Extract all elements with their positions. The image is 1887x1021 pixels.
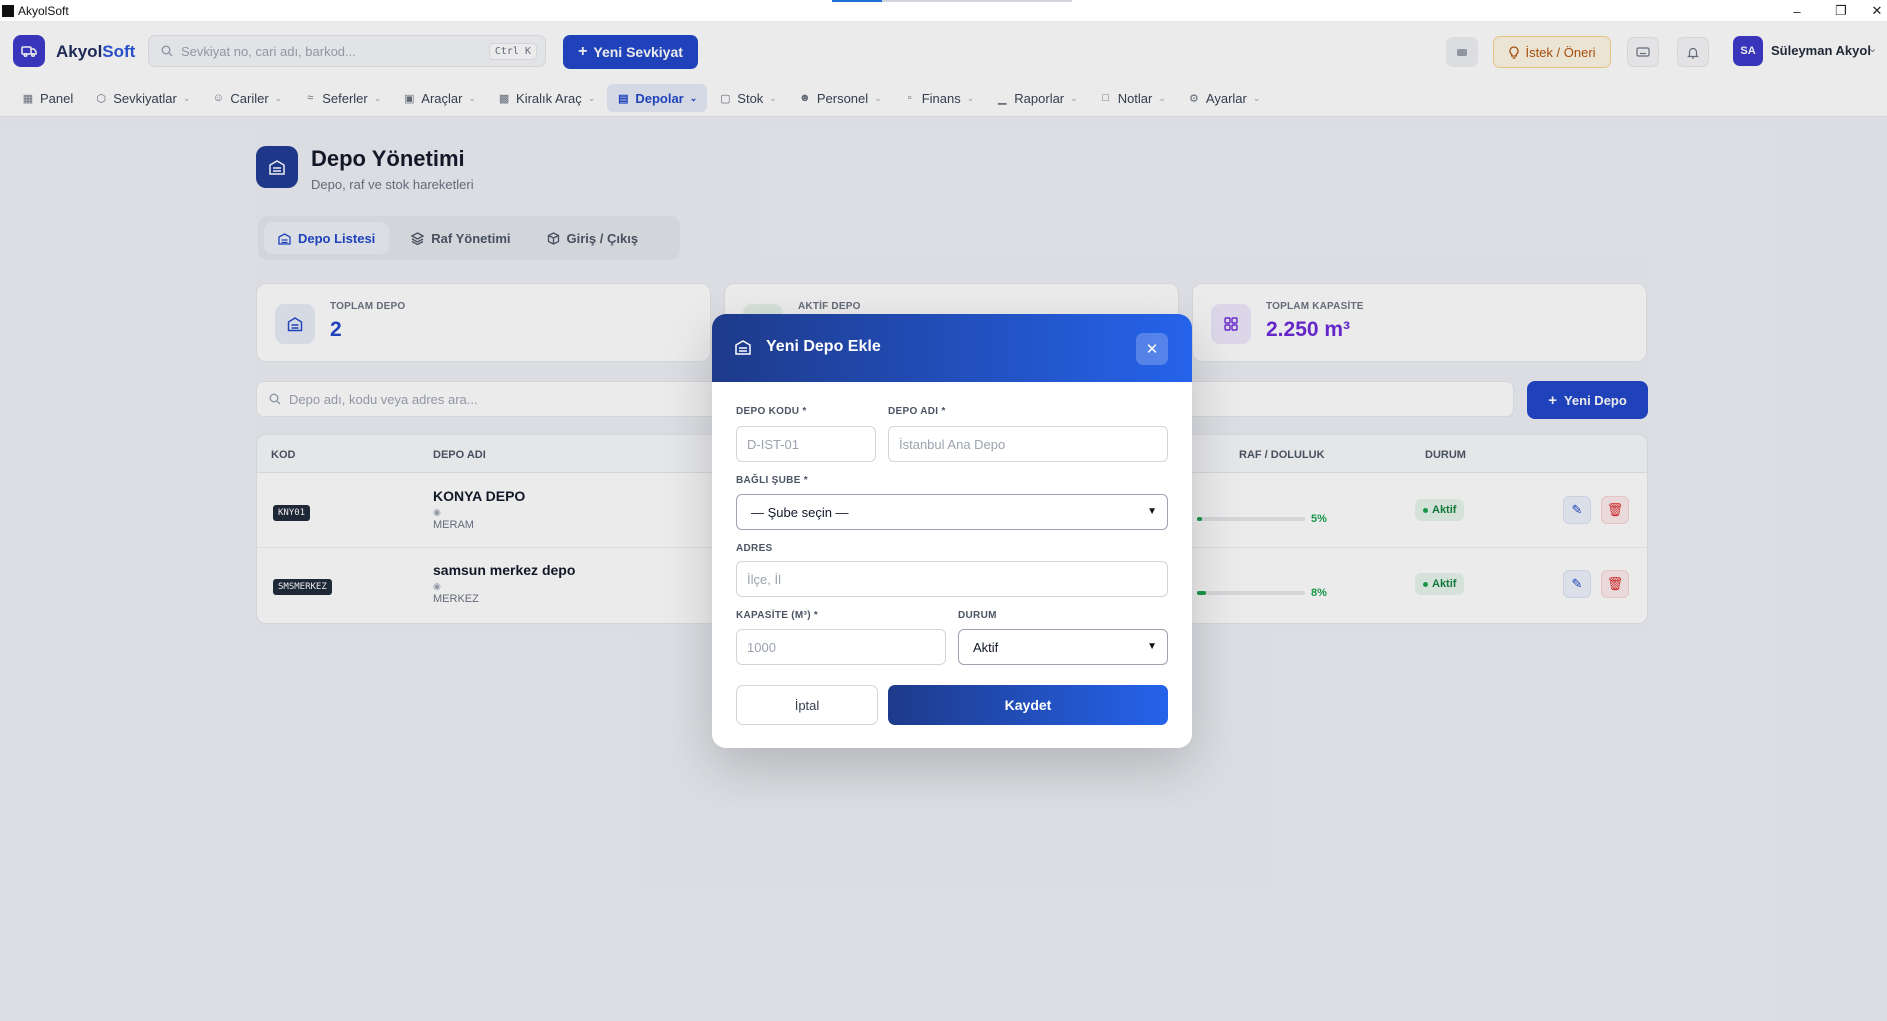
warehouse-icon bbox=[734, 338, 752, 356]
depo-name-label: DEPO ADI * bbox=[888, 406, 946, 417]
app-icon bbox=[2, 4, 14, 17]
address-input[interactable]: İlçe, İl bbox=[736, 561, 1168, 597]
close-icon[interactable]: ✕ bbox=[1136, 333, 1168, 365]
save-button[interactable]: Kaydet bbox=[888, 685, 1168, 725]
status-label: DURUM bbox=[958, 610, 997, 621]
address-label: ADRES bbox=[736, 543, 773, 554]
cancel-button[interactable]: İptal bbox=[736, 685, 878, 725]
restore-icon[interactable]: ❐ bbox=[1821, 0, 1861, 22]
status-select[interactable]: Aktif ▼ bbox=[958, 629, 1168, 665]
modal-header: Yeni Depo Ekle ✕ bbox=[712, 314, 1192, 382]
branch-label: BAĞLI ŞUBE * bbox=[736, 475, 808, 486]
loading-progress bbox=[832, 0, 1072, 2]
new-depo-modal: Yeni Depo Ekle ✕ DEPO KODU * D-IST-01 DE… bbox=[712, 314, 1192, 748]
modal-title: Yeni Depo Ekle bbox=[766, 338, 881, 355]
chevron-down-icon: ▼ bbox=[1147, 506, 1157, 517]
chevron-down-icon: ▼ bbox=[1147, 641, 1157, 652]
close-window-icon[interactable]: ✕ bbox=[1857, 0, 1887, 22]
depo-code-input[interactable]: D-IST-01 bbox=[736, 426, 876, 462]
window-title: AkyolSoft bbox=[18, 3, 69, 18]
branch-select[interactable]: — Şube seçin — ▼ bbox=[736, 494, 1168, 530]
window-titlebar: AkyolSoft – ❐ ✕ bbox=[0, 0, 1887, 22]
depo-name-input[interactable]: İstanbul Ana Depo bbox=[888, 426, 1168, 462]
capacity-label: KAPASİTE (M³) * bbox=[736, 610, 819, 621]
minimize-icon[interactable]: – bbox=[1777, 0, 1817, 22]
capacity-input[interactable]: 1000 bbox=[736, 629, 946, 665]
depo-code-label: DEPO KODU * bbox=[736, 406, 807, 417]
